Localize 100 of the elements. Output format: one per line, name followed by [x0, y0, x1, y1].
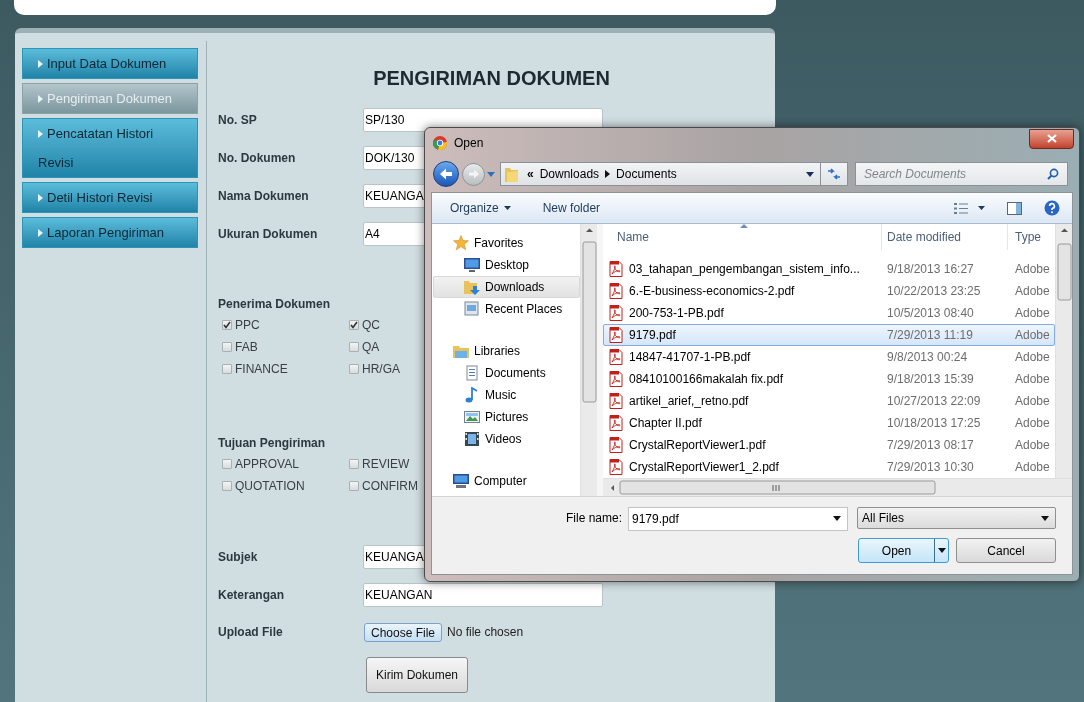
file-row[interactable]: CrystalReportViewer1_2.pdf 7/29/2013 10:30 Adobe [603, 456, 1055, 478]
separator-triangle-icon [605, 170, 611, 178]
monitor-icon [464, 257, 480, 273]
nav-item[interactable]: Music [433, 384, 580, 406]
file-type-dropdown[interactable]: All Files [857, 507, 1056, 529]
file-type: Adobe [1014, 283, 1050, 300]
list-scrollbar[interactable] [1055, 224, 1072, 478]
checkmark-icon [223, 321, 231, 329]
file-row[interactable]: Chapter II.pdf 10/18/2013 17:25 Adobe [603, 412, 1055, 434]
checkbox[interactable]: FINANCE [222, 358, 349, 380]
checkbox[interactable]: APPROVAL [222, 453, 349, 475]
file-type: Adobe [1014, 393, 1050, 410]
nav-item[interactable]: Desktop [433, 254, 580, 276]
refresh-button[interactable] [821, 162, 848, 186]
pdf-document-icon [608, 371, 624, 387]
nav-scrollbar[interactable] [580, 224, 597, 496]
file-row[interactable]: artikel_arief,_retno.pdf 10/27/2013 22:09 Adobe [603, 390, 1055, 412]
help-button[interactable] [1044, 200, 1060, 216]
nav-item[interactable]: Videos [433, 428, 580, 450]
file-name-field[interactable]: 9179.pdf [628, 507, 848, 531]
file-row[interactable]: 14847-41707-1-PB.pdf 9/8/2013 00:24 Adobe [603, 346, 1055, 368]
search-icon [1047, 168, 1059, 180]
pdf-document-icon [608, 283, 624, 299]
document-icon [464, 365, 480, 381]
sort-arrow-icon [740, 224, 748, 228]
file-row[interactable]: 9179.pdf 7/29/2013 11:19 Adobe [603, 324, 1055, 346]
scrollbar-thumb[interactable] [582, 241, 597, 403]
file-name: artikel_arief,_retno.pdf [629, 393, 749, 410]
caret-icon [937, 548, 946, 553]
file-name: CrystalReportViewer1_2.pdf [629, 459, 779, 476]
file-name: 6.-E-business-economics-2.pdf [629, 283, 795, 300]
pdf-document-icon [608, 261, 624, 277]
field-label: Subjek [218, 549, 259, 566]
film-icon [464, 431, 480, 447]
file-row[interactable]: 6.-E-business-economics-2.pdf 10/22/2013 23:25 Adobe [603, 280, 1055, 302]
browser-logo-icon [433, 136, 447, 150]
address-bar[interactable]: « Downloads Documents [500, 162, 821, 186]
triangle-icon [38, 130, 43, 138]
open-button[interactable]: Open [858, 538, 949, 563]
file-date: 7/29/2013 10:30 [886, 459, 975, 476]
back-button[interactable] [433, 161, 459, 187]
caret-icon [503, 206, 511, 210]
close-icon [1046, 134, 1057, 143]
caret-icon [978, 206, 985, 210]
view-options-button[interactable] [954, 202, 985, 214]
history-dropdown-button[interactable] [487, 169, 497, 179]
file-row[interactable]: 03_tahapan_pengembangan_sistem_info... 9/18/2013 16:27 Adobe [603, 258, 1055, 280]
choose-file-button[interactable]: Choose File [364, 622, 443, 642]
file-name: CrystalReportViewer1.pdf [629, 437, 766, 454]
file-date: 9/18/2013 15:39 [886, 371, 975, 388]
new-folder-button[interactable]: New folder [542, 199, 601, 217]
pdf-document-icon [608, 349, 624, 365]
column-header[interactable]: Date modified [881, 224, 1007, 250]
file-row[interactable]: CrystalReportViewer1.pdf 7/29/2013 08:17 Adobe [603, 434, 1055, 456]
scrollbar-thumb[interactable] [619, 480, 936, 495]
scrollbar-thumb[interactable] [1057, 243, 1072, 301]
nav-item[interactable]: Downloads [433, 276, 580, 298]
nav-item[interactable]: Pictures [433, 406, 580, 428]
scroll-left-arrow-icon[interactable] [611, 485, 614, 491]
pdf-document-icon [608, 393, 624, 409]
column-header[interactable]: Name [603, 224, 881, 250]
pdf-document-icon [608, 437, 624, 453]
checkbox[interactable]: QUOTATION [222, 475, 349, 497]
group-label: Penerima Dokumen [218, 296, 331, 311]
file-name: 9179.pdf [629, 327, 676, 344]
field-label: Ukuran Dokumen [218, 226, 319, 243]
file-row[interactable]: 200-753-1-PB.pdf 10/5/2013 08:40 Adobe [603, 302, 1055, 324]
scroll-up-arrow-icon[interactable] [1061, 228, 1068, 232]
close-button[interactable] [1029, 128, 1074, 149]
file-date: 7/29/2013 08:17 [886, 437, 975, 454]
file-date: 7/29/2013 11:19 [886, 327, 974, 344]
arrow-right-icon [467, 169, 480, 179]
sidebar-item[interactable]: Input Data Dokumen [22, 48, 198, 79]
checkbox[interactable]: FAB [222, 336, 349, 358]
field-label: Upload File [218, 624, 284, 641]
file-row[interactable]: 08410100166makalah fix.pdf 9/18/2013 15:39 Adobe [603, 368, 1055, 390]
window-title: Open [454, 135, 484, 152]
list-view-icon [954, 202, 968, 214]
sidebar-item[interactable]: Laporan Pengiriman [22, 217, 198, 248]
scroll-up-arrow-icon[interactable] [586, 228, 593, 232]
text-field[interactable]: KEUANGAN [363, 583, 603, 607]
sidebar-item[interactable]: Detil Histori Revisi [22, 182, 198, 213]
file-date: 10/18/2013 17:25 [886, 415, 982, 432]
submit-button[interactable]: Kirim Dokumen [366, 657, 468, 693]
pdf-document-icon [608, 459, 624, 475]
folder-icon [505, 166, 518, 182]
file-type: Adobe [1014, 305, 1050, 322]
refresh-icon [827, 168, 841, 180]
cancel-button[interactable]: Cancel [956, 538, 1056, 563]
preview-pane-button[interactable] [1007, 201, 1022, 215]
arrow-left-icon [439, 168, 453, 180]
triangle-icon [38, 60, 43, 68]
organize-button[interactable]: Organize [450, 199, 511, 217]
checkbox[interactable]: PPC [222, 314, 349, 336]
breadcrumb-item[interactable]: Documents [616, 165, 677, 183]
horizontal-scrollbar[interactable] [603, 478, 1072, 496]
field-label: File name: [565, 510, 622, 527]
nav-item[interactable]: Favorites [433, 232, 580, 254]
sidebar-item[interactable]: Pencatatan Histori Revisi [22, 118, 198, 178]
breadcrumb-item[interactable]: Downloads [539, 165, 600, 183]
